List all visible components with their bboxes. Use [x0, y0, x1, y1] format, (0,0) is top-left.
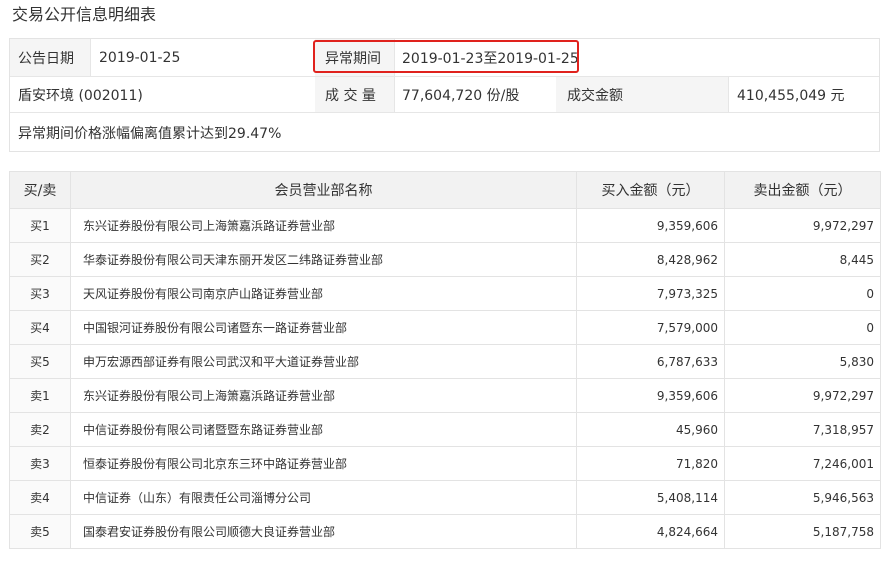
- row-branch-name: 中国银河证券股份有限公司诸暨东一路证券营业部: [70, 310, 577, 345]
- row-side: 买4: [9, 310, 71, 345]
- trade-detail-table: 买/卖 会员营业部名称 买入金额（元） 卖出金额（元） 买1 东兴证券股份有限公…: [9, 171, 881, 549]
- row-buy-amount: 4,824,664: [576, 514, 725, 549]
- table-row: 卖3 恒泰证券股份有限公司北京东三环中路证券营业部 71,820 7,246,0…: [9, 446, 881, 481]
- table-row: 卖2 中信证券股份有限公司诸暨暨东路证券营业部 45,960 7,318,957: [9, 412, 881, 447]
- info-panel: 公告日期 2019-01-25 异常期间 2019-01-23至2019-01-…: [9, 38, 880, 152]
- row-branch-name: 东兴证券股份有限公司上海箫嘉浜路证券营业部: [70, 378, 577, 413]
- row-buy-amount: 9,359,606: [576, 208, 725, 243]
- volume-value: 77,604,720 份/股: [402, 87, 520, 104]
- announce-date-value: 2019-01-25: [99, 49, 181, 66]
- row-side: 买5: [9, 344, 71, 379]
- row-sell-amount: 5,830: [724, 344, 881, 379]
- row-side: 卖4: [9, 480, 71, 515]
- header-branch-name: 会员营业部名称: [70, 171, 577, 209]
- row-side: 卖5: [9, 514, 71, 549]
- row-side: 买3: [9, 276, 71, 311]
- abnormal-period-label: 异常期间: [315, 39, 394, 76]
- row-side: 卖3: [9, 446, 71, 481]
- row-side: 买2: [9, 242, 71, 277]
- row-buy-amount: 71,820: [576, 446, 725, 481]
- row-branch-name: 恒泰证券股份有限公司北京东三环中路证券营业部: [70, 446, 577, 481]
- row-buy-amount: 6,787,633: [576, 344, 725, 379]
- row-branch-name: 东兴证券股份有限公司上海箫嘉浜路证券营业部: [70, 208, 577, 243]
- table-row: 买2 华泰证券股份有限公司天津东丽开发区二纬路证券营业部 8,428,962 8…: [9, 242, 881, 277]
- row-branch-name: 中信证券（山东）有限责任公司淄博分公司: [70, 480, 577, 515]
- info-row-note: 异常期间价格涨幅偏离值累计达到29.47%: [10, 113, 879, 152]
- row-buy-amount: 7,973,325: [576, 276, 725, 311]
- amount-label: 成交金额: [556, 77, 728, 112]
- header-sell-amount: 卖出金额（元）: [724, 171, 881, 209]
- stock-name: 盾安环境 (002011): [18, 87, 143, 104]
- table-row: 买3 天风证券股份有限公司南京庐山路证券营业部 7,973,325 0: [9, 276, 881, 311]
- row-sell-amount: 9,972,297: [724, 378, 881, 413]
- amount-value: 410,455,049 元: [737, 87, 845, 104]
- info-row-date: 公告日期 2019-01-25 异常期间 2019-01-23至2019-01-…: [10, 39, 879, 77]
- row-sell-amount: 0: [724, 310, 881, 345]
- row-buy-amount: 8,428,962: [576, 242, 725, 277]
- row-buy-amount: 5,408,114: [576, 480, 725, 515]
- row-branch-name: 申万宏源西部证券有限公司武汉和平大道证券营业部: [70, 344, 577, 379]
- row-sell-amount: 0: [724, 276, 881, 311]
- info-row-stock: 盾安环境 (002011) 成 交 量 77,604,720 份/股 成交金额 …: [10, 77, 879, 113]
- row-buy-amount: 9,359,606: [576, 378, 725, 413]
- table-row: 卖5 国泰君安证券股份有限公司顺德大良证券营业部 4,824,664 5,187…: [9, 514, 881, 549]
- row-sell-amount: 5,946,563: [724, 480, 881, 515]
- row-side: 买1: [9, 208, 71, 243]
- abnormal-period-value: 2019-01-23至2019-01-25: [402, 50, 579, 67]
- table-row: 买4 中国银河证券股份有限公司诸暨东一路证券营业部 7,579,000 0: [9, 310, 881, 345]
- header-side: 买/卖: [9, 171, 71, 209]
- row-side: 卖1: [9, 378, 71, 413]
- table-row: 买1 东兴证券股份有限公司上海箫嘉浜路证券营业部 9,359,606 9,972…: [9, 208, 881, 243]
- table-header-row: 买/卖 会员营业部名称 买入金额（元） 卖出金额（元）: [9, 171, 881, 209]
- row-sell-amount: 7,318,957: [724, 412, 881, 447]
- page-title: 交易公开信息明细表: [12, 5, 157, 24]
- row-branch-name: 中信证券股份有限公司诸暨暨东路证券营业部: [70, 412, 577, 447]
- row-side: 卖2: [9, 412, 71, 447]
- table-row: 卖1 东兴证券股份有限公司上海箫嘉浜路证券营业部 9,359,606 9,972…: [9, 378, 881, 413]
- row-sell-amount: 7,246,001: [724, 446, 881, 481]
- table-row: 买5 申万宏源西部证券有限公司武汉和平大道证券营业部 6,787,633 5,8…: [9, 344, 881, 379]
- row-branch-name: 天风证券股份有限公司南京庐山路证券营业部: [70, 276, 577, 311]
- abnormal-note: 异常期间价格涨幅偏离值累计达到29.47%: [18, 125, 282, 142]
- row-buy-amount: 45,960: [576, 412, 725, 447]
- row-sell-amount: 9,972,297: [724, 208, 881, 243]
- header-buy-amount: 买入金额（元）: [576, 171, 725, 209]
- volume-label: 成 交 量: [315, 77, 394, 112]
- row-sell-amount: 5,187,758: [724, 514, 881, 549]
- table-row: 卖4 中信证券（山东）有限责任公司淄博分公司 5,408,114 5,946,5…: [9, 480, 881, 515]
- announce-date-label: 公告日期: [10, 39, 90, 76]
- row-buy-amount: 7,579,000: [576, 310, 725, 345]
- row-sell-amount: 8,445: [724, 242, 881, 277]
- row-branch-name: 国泰君安证券股份有限公司顺德大良证券营业部: [70, 514, 577, 549]
- row-branch-name: 华泰证券股份有限公司天津东丽开发区二纬路证券营业部: [70, 242, 577, 277]
